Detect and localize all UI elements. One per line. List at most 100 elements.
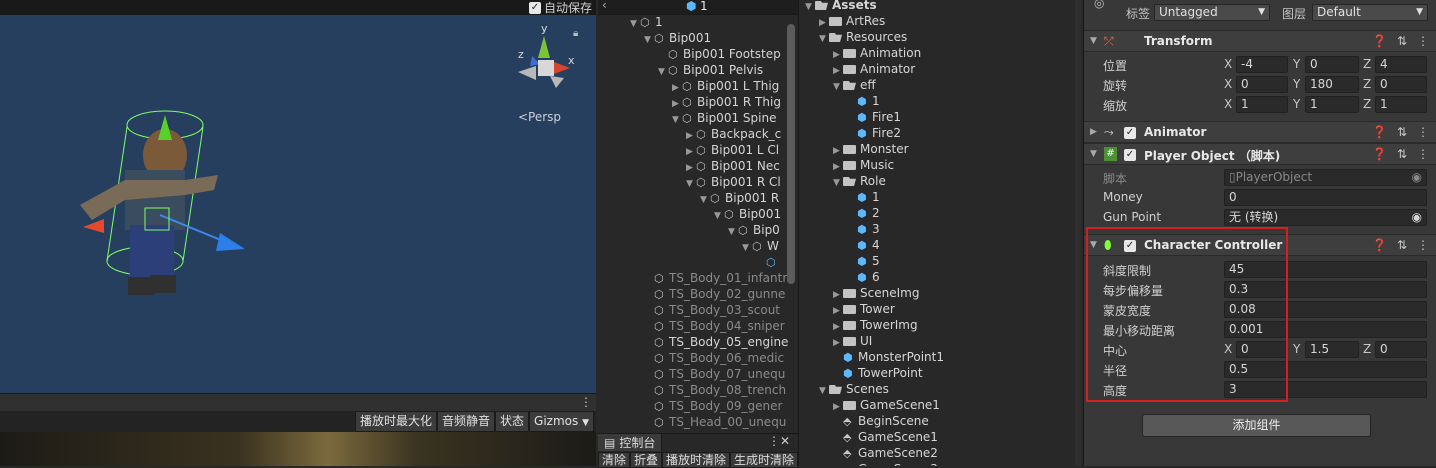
hierarchy-item[interactable]: ⬡: [756, 254, 781, 270]
position-x-field[interactable]: -4: [1236, 56, 1288, 73]
hierarchy-item[interactable]: ⬡ TS_Body_01_infantr: [644, 270, 787, 286]
console-tab[interactable]: ▤ 控制台: [598, 434, 663, 451]
tag-dropdown[interactable]: Untagged ▼: [1154, 4, 1270, 21]
mute-audio-button[interactable]: 音频静音: [437, 411, 496, 432]
project-item[interactable]: ▶ Animation: [833, 45, 921, 61]
position-z-field[interactable]: 4: [1375, 56, 1427, 73]
close-icon[interactable]: ✕: [780, 434, 790, 448]
project-item[interactable]: ▶ Music: [833, 157, 894, 173]
project-item[interactable]: ⬢ 3: [847, 221, 880, 237]
project-item[interactable]: ⬢ Fire2: [847, 125, 901, 141]
project-item[interactable]: ▶ TowerImg: [833, 317, 918, 333]
fold-arrow-icon[interactable]: ▶: [1090, 127, 1097, 137]
preset-icon[interactable]: ⇅: [1397, 34, 1407, 48]
center-y-field[interactable]: 1.5: [1305, 341, 1359, 358]
expand-arrow-icon[interactable]: ▼: [728, 224, 738, 240]
scale-y-field[interactable]: 1: [1305, 96, 1359, 113]
hierarchy-item[interactable]: ⬡ TS_Head_00_unequ: [644, 414, 786, 430]
expand-arrow-icon[interactable]: ▼: [686, 176, 696, 192]
animator-enabled-checkbox[interactable]: ✓: [1124, 127, 1136, 139]
hierarchy-item[interactable]: ⬡ TS_Body_06_medic: [644, 350, 784, 366]
expand-arrow-icon[interactable]: ▼: [700, 192, 710, 208]
hierarchy-item[interactable]: ▼ ⬡ W: [742, 238, 779, 254]
check-icon[interactable]: ✓: [528, 1, 541, 14]
maximize-on-play-button[interactable]: 播放时最大化: [354, 411, 437, 432]
project-scrollbar[interactable]: [1075, 0, 1081, 466]
project-item[interactable]: ▼ Scenes: [819, 381, 889, 397]
hierarchy-item[interactable]: ⬡ TS_Body_04_sniper: [644, 318, 785, 334]
more-menu-icon[interactable]: ⋮: [1417, 34, 1429, 48]
project-item[interactable]: ▶ UI: [833, 333, 872, 349]
back-arrow-icon[interactable]: ‹: [602, 0, 607, 12]
project-item[interactable]: ▶ GameScene1: [833, 397, 940, 413]
hierarchy-item[interactable]: ⬡ TS_Body_02_gunne: [644, 286, 785, 302]
expand-arrow-icon[interactable]: ▼: [630, 16, 640, 32]
help-icon[interactable]: ❓: [1372, 238, 1387, 252]
project-item[interactable]: ▼ eff: [833, 77, 876, 93]
gizmos-button[interactable]: Gizmos ▼: [529, 411, 594, 432]
hierarchy-item[interactable]: ⬡ TS_Body_08_trench: [644, 382, 786, 398]
layer-dropdown[interactable]: Default ▼: [1312, 4, 1428, 21]
project-item[interactable]: ⬢ 1: [847, 189, 880, 205]
more-menu-icon[interactable]: ⋮: [768, 434, 780, 448]
hierarchy-item[interactable]: ▶ ⬡ Bip001 Nec: [686, 158, 780, 174]
hierarchy-item[interactable]: ▼ ⬡ Bip0: [728, 222, 780, 238]
project-item[interactable]: ⬢ 6: [847, 269, 880, 285]
more-menu-icon[interactable]: ⋮: [1417, 238, 1429, 252]
expand-arrow-icon[interactable]: ▼: [819, 31, 829, 47]
player-object-enabled-checkbox[interactable]: ✓: [1124, 149, 1136, 161]
project-item[interactable]: ▶ ArtRes: [819, 13, 885, 29]
project-item[interactable]: ▼ Assets: [805, 0, 877, 13]
more-menu-icon[interactable]: ⋮: [1417, 125, 1429, 139]
animator-header[interactable]: ▶ ⤳ ✓ Animator ❓ ⇅ ⋮: [1084, 121, 1436, 143]
fold-arrow-icon[interactable]: ▼: [1090, 36, 1097, 46]
fold-arrow-icon[interactable]: ▼: [1090, 149, 1097, 159]
preset-icon[interactable]: ⇅: [1397, 125, 1407, 139]
game-viewport[interactable]: [0, 432, 596, 466]
help-icon[interactable]: ❓: [1372, 147, 1387, 161]
transform-header[interactable]: ▼ ⤱ Transform ❓ ⇅ ⋮: [1084, 30, 1436, 52]
rotation-x-field[interactable]: 0: [1236, 76, 1288, 93]
hierarchy-item[interactable]: ▼ ⬡ Bip001 Pelvis: [658, 62, 763, 78]
lock-icon[interactable]: 🔒︎: [573, 28, 578, 39]
rotation-y-field[interactable]: 180: [1305, 76, 1359, 93]
project-item[interactable]: ⬢ 2: [847, 205, 880, 221]
project-item[interactable]: ▼ Role: [833, 173, 886, 189]
hierarchy-item[interactable]: ▼ ⬡ Bip001 Spine: [672, 110, 776, 126]
expand-arrow-icon[interactable]: ▼: [644, 32, 654, 48]
center-z-field[interactable]: 0: [1375, 341, 1427, 358]
project-item[interactable]: ⬘ GameScene2: [833, 445, 938, 461]
project-item[interactable]: ⬢ TowerPoint: [833, 365, 923, 381]
project-item[interactable]: ⬘GameScene3: [833, 461, 938, 466]
money-field[interactable]: 0: [1224, 189, 1427, 206]
hierarchy-item[interactable]: ▼ ⬡ Bip001: [644, 30, 711, 46]
orientation-gizmo[interactable]: y x z: [510, 22, 582, 100]
preset-icon[interactable]: ⇅: [1397, 147, 1407, 161]
gunpoint-field[interactable]: 无 (转换) ◉: [1224, 209, 1427, 226]
hierarchy-item[interactable]: ⬡ TS_Body_03_scout: [644, 302, 780, 318]
project-item[interactable]: ▶ SceneImg: [833, 285, 919, 301]
project-item[interactable]: ▶ Animator: [833, 61, 915, 77]
hierarchy-scrollbar[interactable]: [787, 24, 795, 284]
scene-viewport[interactable]: [0, 15, 596, 393]
preset-icon[interactable]: ⇅: [1397, 238, 1407, 252]
position-y-field[interactable]: 0: [1305, 56, 1359, 73]
hierarchy-item[interactable]: ▶ ⬡ Bip001 R Thig: [672, 94, 781, 110]
project-item[interactable]: ⬢ Fire1: [847, 109, 901, 125]
expand-arrow-icon[interactable]: ▼: [714, 208, 724, 224]
expand-arrow-icon[interactable]: ▼: [833, 175, 843, 191]
expand-arrow-icon[interactable]: ▼: [805, 0, 815, 15]
project-item[interactable]: ⬘ GameScene1: [833, 429, 938, 445]
more-menu-icon[interactable]: ⋮: [580, 395, 592, 409]
hierarchy-item[interactable]: ⬡ Bip001 Footstep: [658, 46, 781, 62]
hierarchy-item[interactable]: ⬡ TS_Body_07_unequ: [644, 366, 785, 382]
hierarchy-item[interactable]: ▼ ⬡ Bip001 R Cl: [686, 174, 781, 190]
project-item[interactable]: ⬢ 1: [847, 93, 880, 109]
project-item[interactable]: ⬘ BeginScene: [833, 413, 929, 429]
more-menu-icon[interactable]: ⋮: [1417, 147, 1429, 161]
expand-arrow-icon[interactable]: ▼: [742, 240, 752, 256]
rotation-z-field[interactable]: 0: [1375, 76, 1427, 93]
hierarchy-item[interactable]: ▶ ⬡ Backpack_c: [686, 126, 781, 142]
persp-label[interactable]: <Persp: [518, 110, 561, 124]
help-icon[interactable]: ❓: [1372, 34, 1387, 48]
